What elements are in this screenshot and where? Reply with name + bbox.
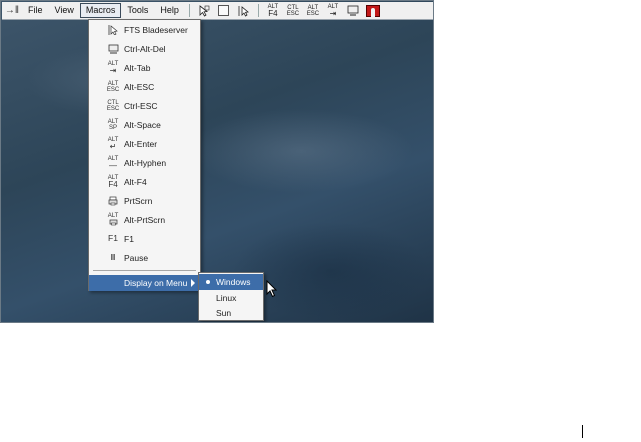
toolbar-separator — [257, 4, 259, 17]
monitor-icon[interactable] — [346, 4, 360, 18]
menu-macros[interactable]: Macros — [79, 3, 122, 18]
scale-screen-icon[interactable] — [217, 4, 231, 18]
pointer-icon — [105, 24, 121, 35]
submenu-item-sun[interactable]: Sun — [199, 305, 263, 321]
menu-item-fts-bladeserver[interactable]: FTS Bladeserver — [89, 20, 200, 39]
user-icon[interactable] — [365, 4, 380, 18]
pin-icon[interactable]: →‖ — [2, 2, 22, 20]
alt-printer-icon: ALT — [105, 213, 121, 226]
menu-item-ctrl-esc[interactable]: CTL ESC Ctrl-ESC — [89, 96, 200, 115]
radio-dot-icon — [206, 280, 210, 284]
submenu-item-windows[interactable]: Windows — [199, 274, 263, 290]
menu-file[interactable]: File — [22, 3, 49, 18]
alt-f4-icon: ALT F4 — [107, 175, 119, 189]
alt-esc-icon: ALT ESC — [106, 80, 120, 93]
alt-esc-icon[interactable]: ALT ESC — [306, 4, 320, 18]
menu-separator — [93, 270, 196, 271]
menu-item-alt-tab[interactable]: ALT ⇥ Alt-Tab — [89, 58, 200, 77]
menu-item-ctrl-alt-del[interactable]: Ctrl-Alt-Del — [89, 39, 200, 58]
printer-icon — [105, 196, 121, 206]
macros-dropdown: FTS Bladeserver Ctrl-Alt-Del ALT ⇥ Alt-Ta… — [88, 19, 201, 291]
menu-item-alt-f4[interactable]: ALT F4 Alt-F4 — [89, 172, 200, 191]
ctrl-esc-icon: CTL ESC — [106, 99, 120, 112]
single-cursor-icon[interactable] — [237, 4, 251, 18]
menu-item-alt-space[interactable]: ALT SP Alt-Space — [89, 115, 200, 134]
remote-console-window: →‖ File View Macros Tools Help ALT F4 CTL… — [0, 0, 434, 323]
submenu-arrow-icon — [191, 279, 195, 287]
toolbar-separator — [188, 4, 190, 17]
alt-enter-icon: ALT ↵ — [107, 137, 119, 151]
alt-hyphen-icon: ALT — — [107, 156, 119, 170]
menu-tools[interactable]: Tools — [121, 3, 154, 18]
alt-tab-icon[interactable]: ALT ⇥ — [326, 4, 340, 18]
menu-item-display-on-menu[interactable]: Display on Menu — [89, 275, 200, 291]
menu-item-alt-prtscrn[interactable]: ALT Alt-PrtScrn — [89, 210, 200, 229]
menu-item-alt-enter[interactable]: ALT ↵ Alt-Enter — [89, 134, 200, 153]
menu-item-f1[interactable]: F1 F1 — [89, 229, 200, 248]
mouse-cursor-icon — [266, 280, 278, 298]
menu-item-prtscrn[interactable]: PrtScrn — [89, 191, 200, 210]
menu-item-alt-esc[interactable]: ALT ESC Alt-ESC — [89, 77, 200, 96]
pause-icon: II — [110, 253, 116, 262]
display-on-menu-submenu: Windows Linux Sun — [198, 272, 264, 321]
alt-f4-icon[interactable]: ALT F4 — [266, 4, 280, 18]
alt-tab-icon: ALT ⇥ — [107, 61, 119, 75]
toolbar: →‖ File View Macros Tools Help ALT F4 CTL… — [2, 2, 433, 20]
menu-item-pause[interactable]: II Pause — [89, 248, 200, 267]
menu-help[interactable]: Help — [154, 3, 185, 18]
ctrl-esc-icon[interactable]: CTL ESC — [286, 4, 300, 18]
submenu-item-linux[interactable]: Linux — [199, 290, 263, 306]
f1-icon: F1 — [108, 233, 118, 243]
page-margin-rule — [582, 425, 583, 438]
keyboard-icon — [105, 44, 121, 54]
menu-item-alt-hyphen[interactable]: ALT — Alt-Hyphen — [89, 153, 200, 172]
menu-view[interactable]: View — [49, 3, 80, 18]
alt-space-icon: ALT SP — [107, 118, 119, 131]
select-pointer-icon[interactable] — [197, 4, 211, 18]
